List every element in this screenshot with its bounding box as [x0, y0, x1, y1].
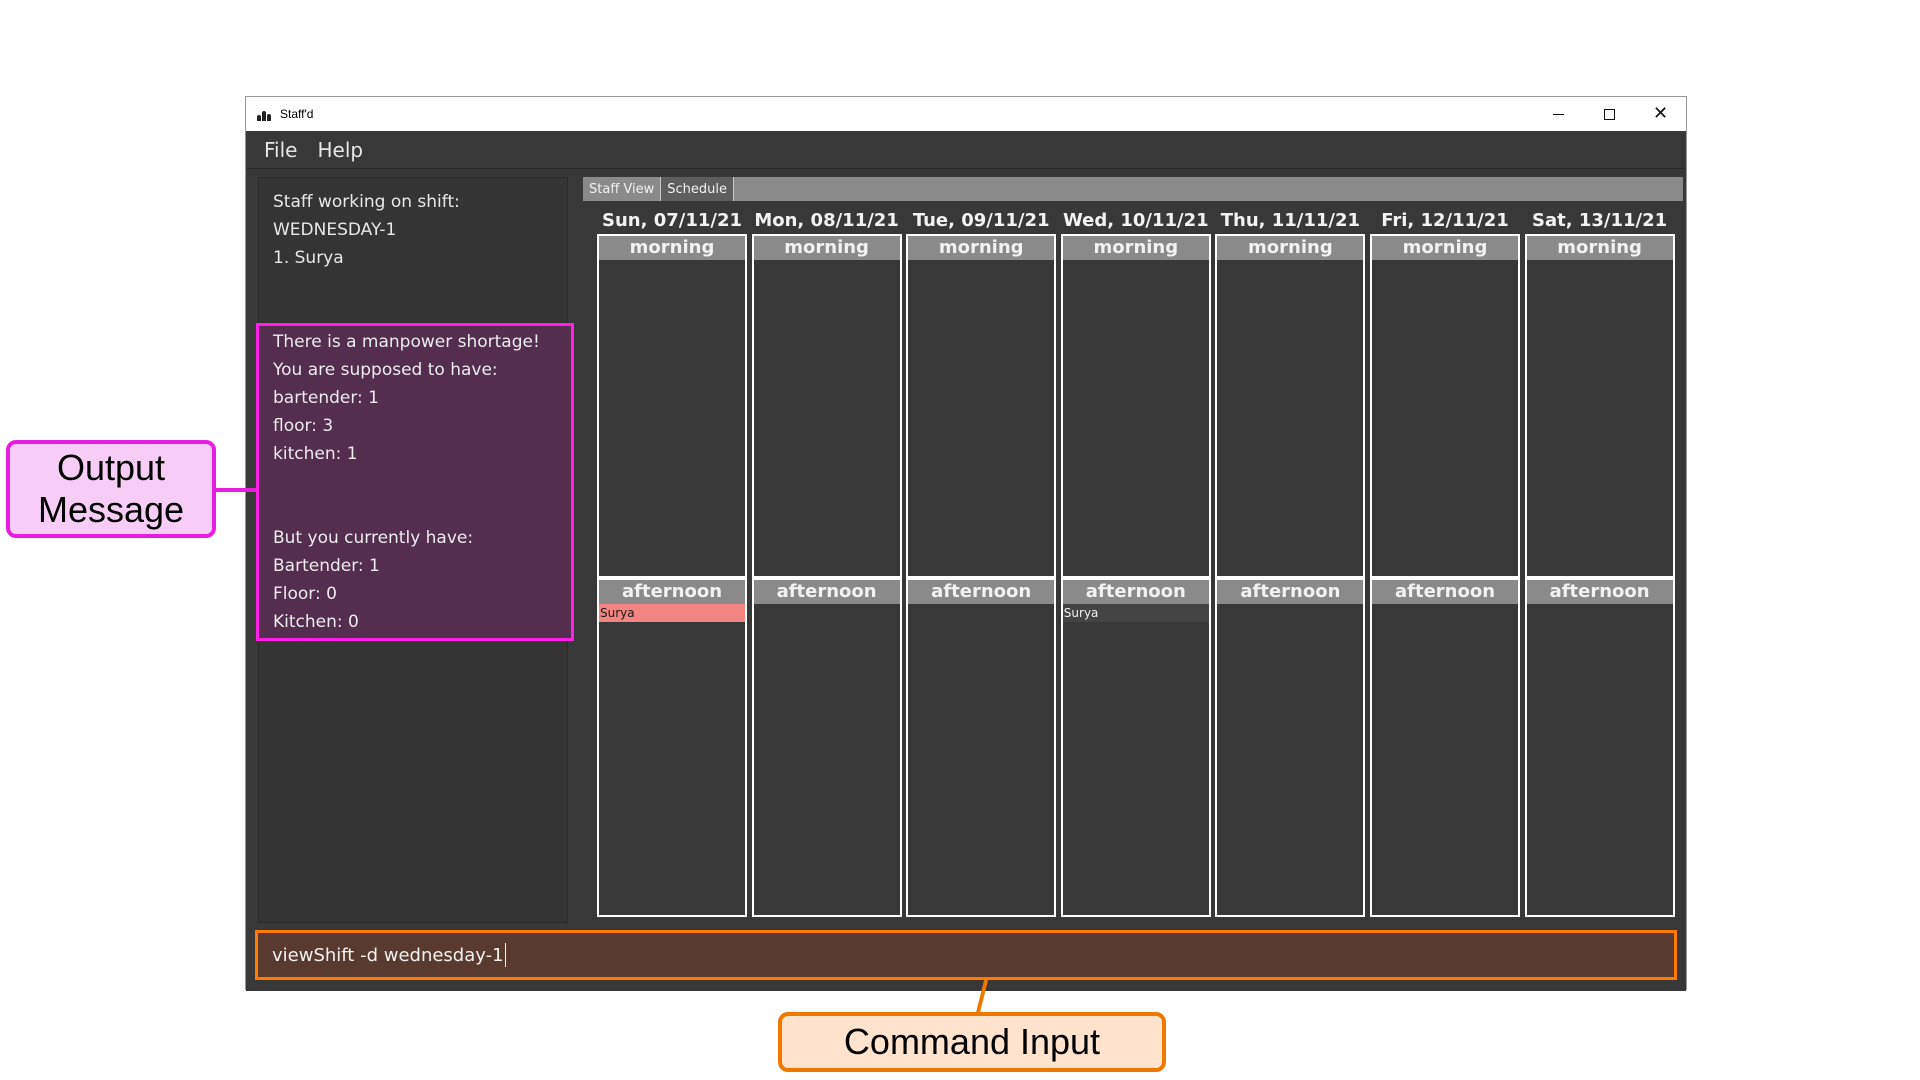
afternoon-slot-label: afternoon [1217, 580, 1364, 604]
day-column: Mon, 08/11/21 morning afternoon [751, 209, 902, 917]
output-message-line: floor: 3 [273, 416, 334, 436]
day-header: Tue, 09/11/21 [912, 210, 1050, 231]
shift-info-heading: Staff working on shift: [273, 192, 460, 212]
morning-slot-label: morning [908, 236, 1055, 260]
tab-bar: Staff View Schedule [583, 177, 1683, 201]
tab-schedule[interactable]: Schedule [661, 177, 734, 201]
afternoon-slot-label: afternoon [908, 580, 1055, 604]
minimize-icon [1553, 113, 1564, 115]
output-message-line: You are supposed to have: [273, 360, 498, 380]
afternoon-slot[interactable]: afternoon [1215, 578, 1366, 917]
schedule-calendar: Sun, 07/11/21 morning afternoon Surya Mon, 0… [597, 209, 1675, 917]
morning-slot[interactable]: morning [1215, 234, 1366, 578]
morning-slot[interactable]: morning [1060, 234, 1211, 578]
afternoon-slot-label: afternoon [753, 580, 900, 604]
output-message-line: Floor: 0 [273, 584, 337, 604]
output-callout-line2: Message [37, 489, 185, 530]
result-panel: Staff working on shift: WEDNESDAY-1 1. S… [256, 177, 574, 923]
text-caret [504, 943, 506, 967]
output-message-line: Kitchen: 0 [273, 612, 359, 632]
output-message-line [273, 468, 557, 496]
menu-file[interactable]: File [264, 138, 297, 162]
morning-slot[interactable]: morning [751, 234, 902, 578]
afternoon-slot-label: afternoon [599, 580, 745, 604]
morning-slot-label: morning [753, 236, 900, 260]
app-window: Staff'd ✕ File Help Staff working on shi… [245, 96, 1687, 991]
day-header: Wed, 10/11/21 [1062, 210, 1209, 231]
menu-help[interactable]: Help [317, 138, 363, 162]
afternoon-slot[interactable]: afternoon [751, 578, 902, 917]
morning-slot-label: morning [1217, 236, 1364, 260]
window-title: Staff'd [280, 107, 314, 121]
command-input-callout: Command Input [778, 1012, 1166, 1072]
day-header: Sat, 13/11/21 [1532, 210, 1668, 231]
morning-slot[interactable]: morning [1524, 234, 1675, 578]
title-bar[interactable]: Staff'd ✕ [246, 97, 1686, 131]
day-header: Fri, 12/11/21 [1381, 210, 1509, 231]
afternoon-slot[interactable]: afternoon Surya [1060, 578, 1211, 917]
tab-divider [733, 177, 735, 201]
morning-slot-label: morning [599, 236, 745, 260]
close-icon: ✕ [1652, 103, 1669, 124]
day-column: Fri, 12/11/21 morning afternoon [1370, 209, 1520, 917]
minimize-button[interactable] [1533, 97, 1584, 131]
morning-slot-label: morning [1526, 236, 1673, 260]
shift-info: Staff working on shift: WEDNESDAY-1 1. S… [259, 178, 567, 318]
close-button[interactable]: ✕ [1635, 97, 1686, 131]
command-input[interactable]: viewShift -d wednesday-1 [255, 930, 1677, 980]
output-callout-line1: Output [56, 447, 166, 488]
afternoon-slot[interactable]: afternoon [906, 578, 1057, 917]
afternoon-slot[interactable]: afternoon [1370, 578, 1520, 917]
tab-staff-view[interactable]: Staff View [583, 177, 660, 201]
staff-entry[interactable]: Surya [1062, 604, 1209, 622]
command-area: viewShift -d wednesday-1 [246, 927, 1686, 991]
shift-info-staff: 1. Surya [273, 248, 344, 268]
output-callout-connector [216, 488, 256, 492]
day-header: Mon, 08/11/21 [754, 210, 899, 231]
morning-slot[interactable]: morning [597, 234, 747, 578]
shift-info-shift: WEDNESDAY-1 [273, 220, 397, 240]
schedule-panel: Staff View Schedule Sun, 07/11/21 morning… [583, 169, 1686, 923]
staff-entry[interactable]: Surya [599, 604, 745, 622]
output-message-line: Bartender: 1 [273, 556, 380, 576]
morning-slot-label: morning [1372, 236, 1518, 260]
command-input-text: viewShift -d wednesday-1 [272, 944, 504, 966]
output-message-line: There is a manpower shortage! [273, 332, 540, 352]
maximize-icon [1604, 108, 1615, 120]
afternoon-slot[interactable]: afternoon Surya [597, 578, 747, 917]
output-message-callout: Output Message [6, 440, 216, 538]
morning-slot[interactable]: morning [906, 234, 1057, 578]
output-message-line [273, 496, 557, 524]
afternoon-slot-label: afternoon [1526, 580, 1673, 604]
afternoon-slot-label: afternoon [1062, 580, 1209, 604]
output-message-line: But you currently have: [273, 528, 474, 548]
morning-slot-label: morning [1062, 236, 1209, 260]
day-column: Thu, 11/11/21 morning afternoon [1215, 209, 1366, 917]
output-message-line: bartender: 1 [273, 388, 379, 408]
day-column: Tue, 09/11/21 morning afternoon [906, 209, 1057, 917]
output-message-line: kitchen: 1 [273, 444, 358, 464]
output-message: There is a manpower shortage! You are sup… [256, 323, 574, 641]
menu-bar: File Help [246, 131, 1686, 169]
day-column: Wed, 10/11/21 morning afternoon Surya [1060, 209, 1211, 917]
morning-slot[interactable]: morning [1370, 234, 1520, 578]
day-header: Thu, 11/11/21 [1220, 210, 1361, 231]
maximize-button[interactable] [1584, 97, 1635, 131]
day-column: Sat, 13/11/21 morning afternoon [1524, 209, 1675, 917]
afternoon-slot-label: afternoon [1372, 580, 1518, 604]
app-logo-icon [256, 107, 274, 121]
day-column: Sun, 07/11/21 morning afternoon Surya [597, 209, 747, 917]
afternoon-slot[interactable]: afternoon [1524, 578, 1675, 917]
day-header: Sun, 07/11/21 [602, 210, 742, 231]
